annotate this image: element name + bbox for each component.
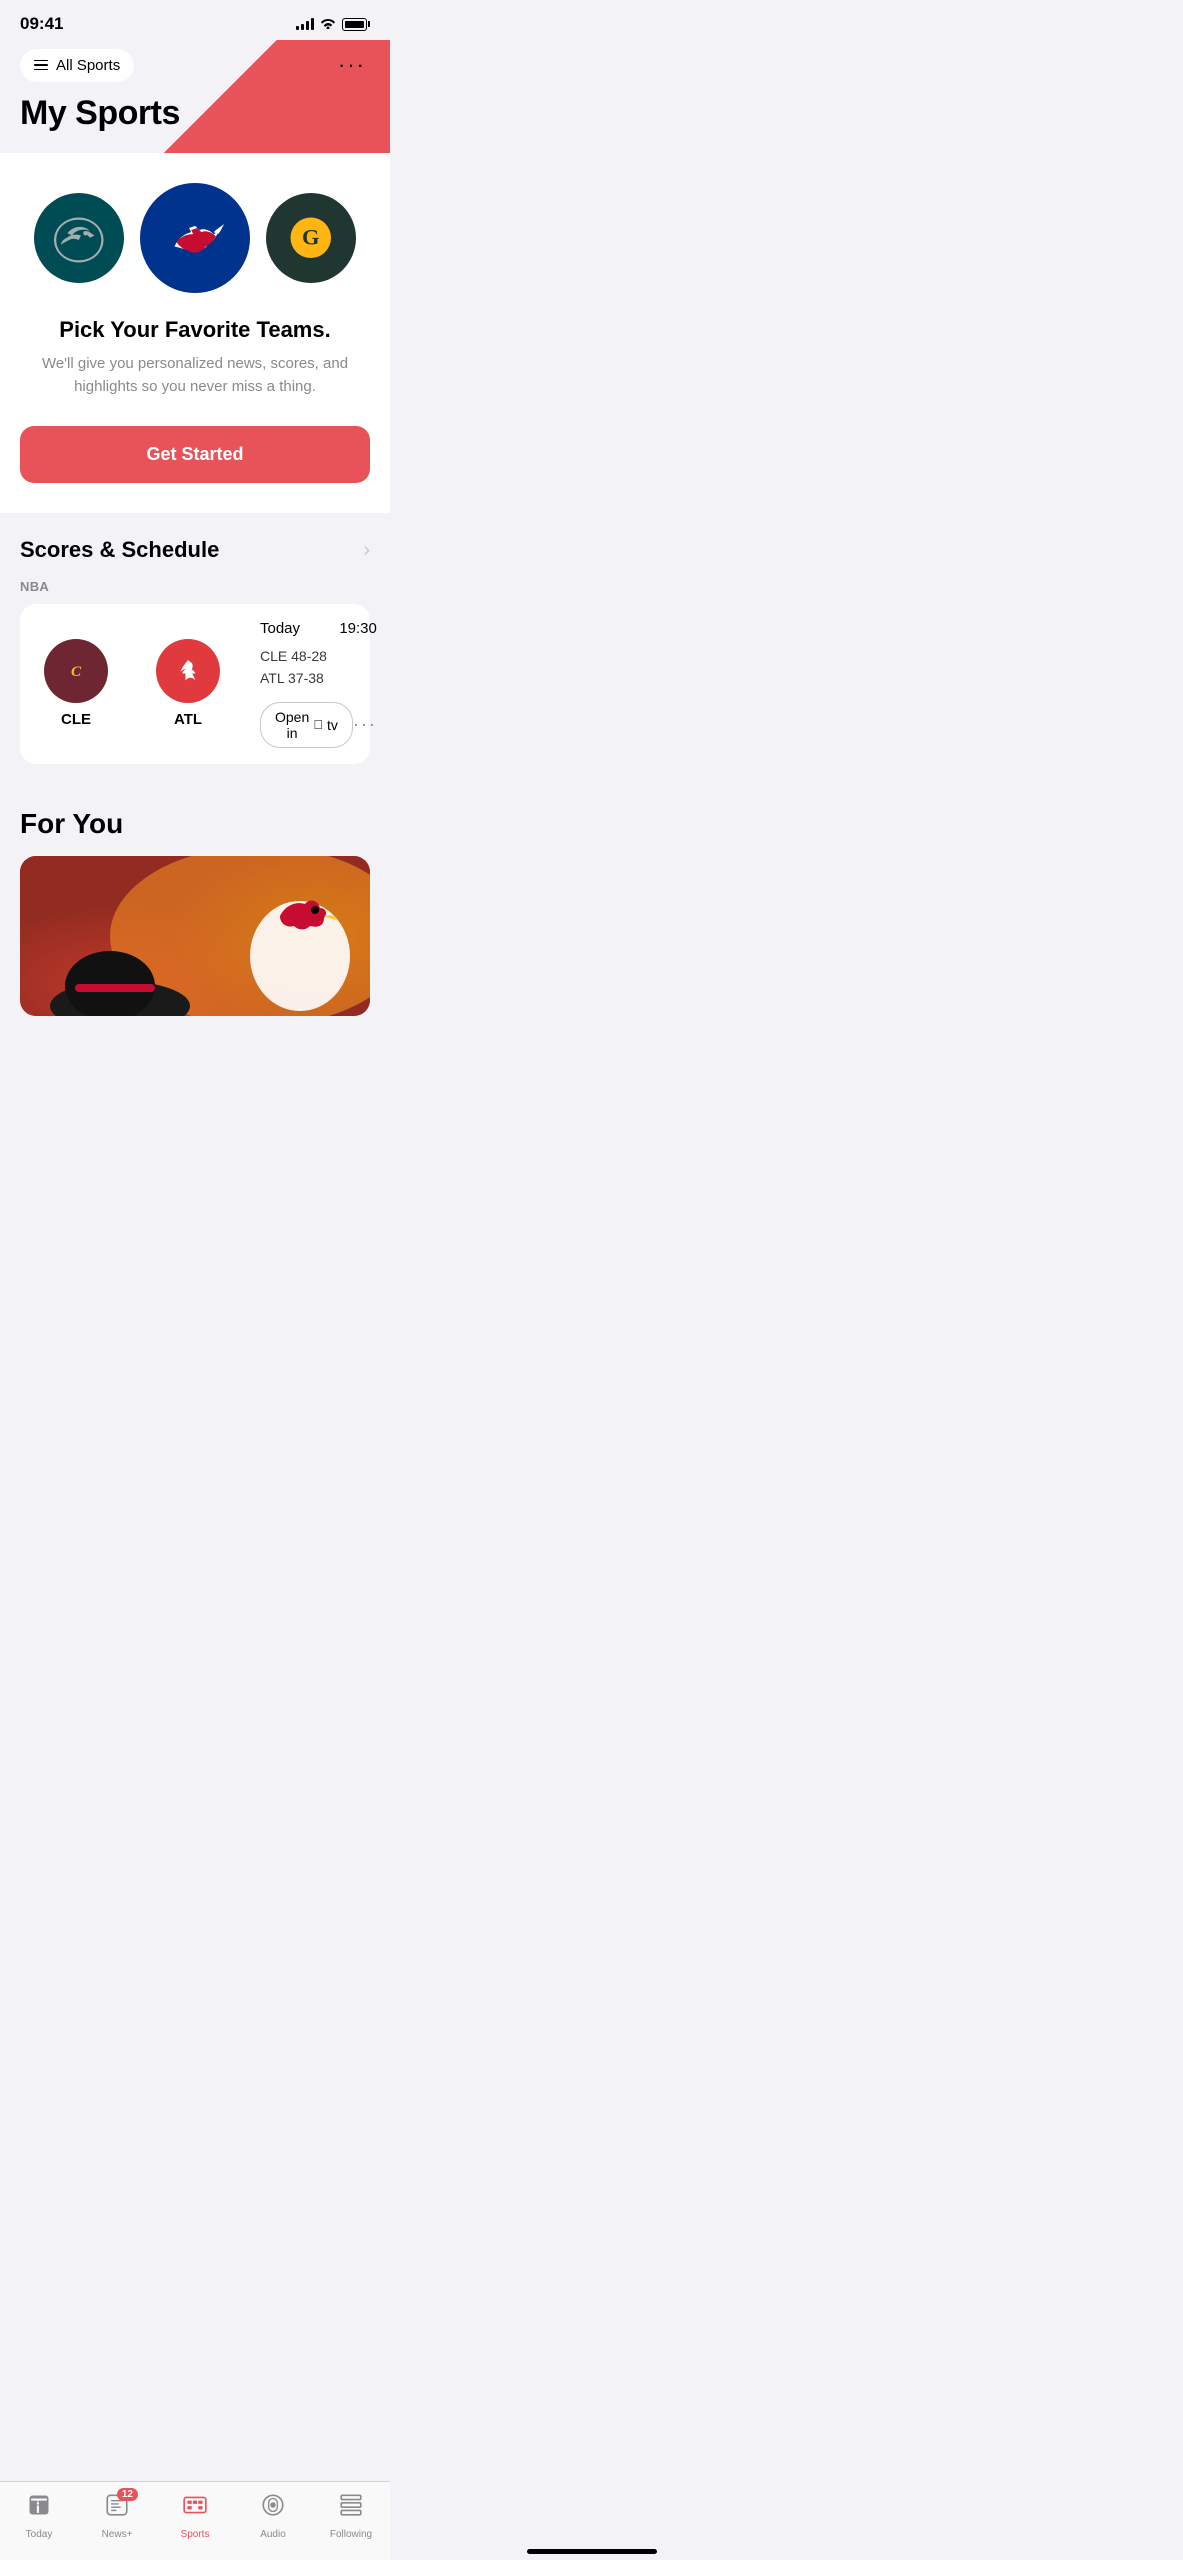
header-nav: All Sports ··· <box>20 48 370 82</box>
status-icons <box>296 17 370 32</box>
tab-following[interactable]: Following <box>321 2492 381 2540</box>
home-indicator <box>527 2549 657 2554</box>
team-logo-eagles <box>34 193 124 283</box>
news-image <box>20 856 370 1016</box>
tab-today-label: Today <box>26 2529 53 2540</box>
tab-news[interactable]: 12 News+ <box>87 2492 147 2540</box>
game-scores: CLE 48-28 ATL 37-38 <box>260 645 377 690</box>
tab-today[interactable]: Today <box>9 2492 69 2540</box>
open-in-tv-button[interactable]: Open in  tv <box>260 702 353 748</box>
team-abbr-cle: CLE <box>61 711 91 728</box>
battery-icon <box>342 18 370 31</box>
svg-text:C: C <box>71 664 82 680</box>
tab-audio[interactable]: Audio <box>243 2492 303 2540</box>
team-logos: G <box>20 183 370 293</box>
bills-logo-icon <box>154 197 237 280</box>
tab-sports[interactable]: Sports <box>165 2492 225 2540</box>
news-bg-svg <box>20 856 370 1016</box>
wifi-icon <box>320 17 336 32</box>
tv-label: tv <box>327 717 338 733</box>
for-you-section: For You <box>0 784 390 1016</box>
chevron-right-icon[interactable]: › <box>363 539 370 562</box>
hawks-logo <box>156 639 220 703</box>
following-icon <box>338 2492 364 2525</box>
hamburger-icon <box>34 60 48 71</box>
packers-logo-icon: G <box>277 204 345 272</box>
news-image-bg <box>20 856 370 1016</box>
open-in-label: Open in <box>275 709 309 741</box>
audio-svg-icon <box>260 2492 286 2518</box>
scores-title: Scores & Schedule <box>20 537 219 563</box>
cavs-logo-icon: C <box>55 650 97 692</box>
tab-bar-spacer <box>0 1016 390 1116</box>
tab-following-label: Following <box>330 2529 372 2540</box>
following-svg-icon <box>338 2492 364 2518</box>
page-title: My Sports <box>20 94 370 133</box>
today-svg-icon <box>26 2492 52 2518</box>
more-options-button[interactable]: ··· <box>334 48 370 82</box>
game-day: Today <box>260 620 300 637</box>
get-started-button[interactable]: Get Started <box>20 426 370 483</box>
team-abbr-atl: ATL <box>174 711 202 728</box>
all-sports-label: All Sports <box>56 57 120 74</box>
tab-audio-label: Audio <box>260 2529 286 2540</box>
eagles-logo-icon <box>45 204 113 272</box>
audio-icon <box>260 2492 286 2525</box>
signal-icon <box>296 18 314 30</box>
score-atl: ATL 37-38 <box>260 667 377 689</box>
game-info: Today 19:30 CLE 48-28 ATL 37-38 Open in … <box>260 620 377 748</box>
game-time: 19:30 <box>339 620 377 637</box>
cavaliers-logo: C <box>44 639 108 703</box>
for-you-title: For You <box>20 808 370 840</box>
all-sports-button[interactable]: All Sports <box>20 49 134 82</box>
score-cle: CLE 48-28 <box>260 645 377 667</box>
apple-tv-icon:  <box>313 717 323 732</box>
tab-news-label: News+ <box>102 2529 133 2540</box>
scores-section-header: Scores & Schedule › <box>20 537 370 563</box>
game-card: C CLE ATL <box>20 604 370 764</box>
status-bar: 09:41 <box>0 0 390 40</box>
news-badge: 12 <box>117 2488 138 2501</box>
teams-section: G Pick Your Favorite Teams. We'll give y… <box>0 153 390 513</box>
scores-section: Scores & Schedule › NBA C CLE <box>0 513 390 764</box>
game-more-button[interactable]: ··· <box>353 714 377 735</box>
today-icon <box>26 2492 52 2525</box>
team-logo-bills <box>140 183 250 293</box>
tab-bar: Today 12 News+ Sports <box>0 2481 390 2560</box>
sports-icon <box>182 2492 208 2525</box>
hawks-logo-icon <box>167 650 209 692</box>
team-side-atl: ATL <box>148 639 228 728</box>
league-label: NBA <box>20 579 370 594</box>
sports-svg-icon <box>182 2492 208 2518</box>
pick-teams-subtitle: We'll give you personalized news, scores… <box>20 353 370 398</box>
pick-teams-title: Pick Your Favorite Teams. <box>20 317 370 343</box>
tab-sports-label: Sports <box>181 2529 210 2540</box>
news-icon: 12 <box>104 2492 130 2525</box>
svg-text:G: G <box>302 225 320 250</box>
team-side-cle: C CLE <box>36 639 116 728</box>
header: All Sports ··· My Sports <box>0 40 390 153</box>
team-logo-packers: G <box>266 193 356 283</box>
status-time: 09:41 <box>20 14 63 34</box>
game-actions: Open in  tv ··· <box>260 702 377 748</box>
